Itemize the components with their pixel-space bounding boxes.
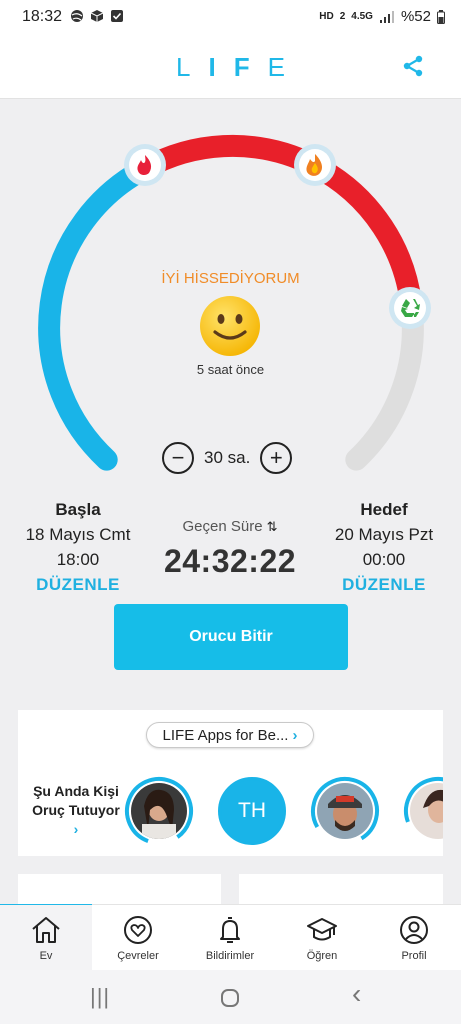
logo-letter: L (176, 52, 209, 82)
hd-badge: HD (319, 11, 334, 22)
tab-notifications-label: Bildirimler (205, 950, 255, 962)
start-date: 18 Mayıs Cmt (25, 525, 131, 544)
tab-home[interactable]: Ev (0, 905, 92, 971)
life-logo: LIFE (0, 52, 461, 83)
battery-percent: %52 (400, 8, 431, 25)
start-heading: Başla (55, 500, 101, 519)
network-type: 4.5G (351, 11, 373, 22)
signal-icon (379, 10, 394, 23)
edit-start-button[interactable]: DÜZENLE (10, 575, 146, 595)
logo-letter: I (208, 52, 234, 82)
profile-icon (400, 916, 428, 944)
elapsed-timer: 24:32:22 (163, 543, 297, 579)
elapsed-column: Geçen Süre ⇅ 24:32:22 (150, 518, 310, 580)
avatar-3[interactable] (314, 780, 376, 842)
start-column: Başla 18 Mayıs Cmt 18:00 DÜZENLE (10, 500, 146, 595)
milestone-flame (124, 144, 166, 186)
feeling-label: İYİ HİSSEDİYORUM (161, 270, 300, 287)
tab-notifications[interactable]: Bildirimler (184, 905, 276, 971)
box-icon (90, 10, 104, 22)
gauge-elapsed-arc (38, 157, 157, 471)
tab-learn[interactable]: Öğren (276, 905, 368, 971)
graduation-cap-icon (307, 918, 337, 941)
tab-circles-label: Çevreler (117, 950, 159, 962)
tab-circles[interactable]: Çevreler (92, 905, 184, 971)
goal-date: 20 Mayıs Pzt (334, 525, 434, 544)
start-time: 18:00 (56, 550, 100, 569)
avatar-th[interactable]: TH (221, 780, 283, 842)
info-card-left[interactable] (18, 874, 221, 904)
elapsed-label: Geçen Süre (182, 518, 263, 535)
recent-apps-button[interactable]: ||| (90, 984, 110, 1010)
info-card-right[interactable] (239, 874, 443, 904)
tab-learn-label: Öğren (306, 950, 338, 962)
life-apps-label: LIFE Apps for Be... (162, 726, 289, 744)
app-header: LIFE (0, 34, 461, 99)
milestone-recycle (389, 287, 431, 329)
tab-profile[interactable]: Profil (368, 905, 460, 971)
fasting-now-label: Şu Anda Kişi Oruç Tutuyor (32, 783, 120, 818)
decrease-hours-button[interactable]: − (162, 442, 194, 474)
checkbox-icon (111, 10, 123, 22)
back-button[interactable]: ‹ (352, 978, 361, 1010)
goal-hours-value: 30 sa. (204, 448, 251, 467)
tab-home-label: Ev (39, 950, 53, 962)
fasting-now-link[interactable]: Şu Anda Kişi Oruç Tutuyor › (28, 782, 124, 839)
bell-icon (220, 917, 240, 943)
increase-hours-button[interactable]: + (260, 442, 293, 474)
life-apps-pill[interactable]: LIFE Apps for Be... › (146, 722, 314, 748)
status-time: 18:32 (22, 8, 63, 25)
smiley-face-icon[interactable] (198, 294, 262, 358)
milestone-fire (294, 144, 336, 186)
logo-letter: E (267, 52, 303, 82)
goal-column: Hedef 20 Mayıs Pzt 00:00 DÜZENLE (320, 500, 448, 595)
chevron-right-icon: › (292, 726, 298, 744)
fasting-progress-gauge (38, 134, 431, 471)
home-button-icon[interactable] (219, 987, 241, 1009)
home-icon (32, 917, 60, 943)
edit-goal-button[interactable]: DÜZENLE (320, 575, 448, 595)
heart-circle-icon (124, 916, 152, 944)
swap-icon[interactable]: ⇅ (267, 519, 278, 534)
goal-hours-stepper: − 30 sa. + (162, 440, 293, 476)
end-fast-button[interactable]: Orucu Bitir (114, 604, 348, 670)
elapsed-label-row[interactable]: Geçen Süre ⇅ (150, 518, 310, 535)
system-navigation-bar: ||| ‹ (0, 970, 461, 1024)
status-bar: 18:32 HD 2 4.5G %52 (0, 0, 461, 34)
bottom-tab-bar: Ev Çevreler Bildirimler Öğren Profil (0, 904, 461, 971)
goal-time: 00:00 (362, 550, 406, 569)
goal-heading: Hedef (360, 500, 408, 519)
tab-profile-label: Profil (401, 950, 427, 962)
status-system-icons: HD 2 4.5G %52 (319, 8, 445, 25)
sim-indicator: 2 (339, 11, 346, 22)
globe-icon (71, 10, 83, 22)
logo-letter: F (233, 52, 268, 82)
status-notification-icons (70, 9, 124, 23)
battery-icon (437, 9, 445, 24)
community-card: LIFE Apps for Be... › Şu Anda Kişi Oruç T… (18, 710, 443, 856)
share-icon[interactable] (401, 54, 425, 78)
chevron-right-icon: › (73, 821, 79, 837)
feeling-time-ago: 5 saat önce (196, 362, 265, 377)
avatar-1[interactable] (128, 780, 190, 842)
